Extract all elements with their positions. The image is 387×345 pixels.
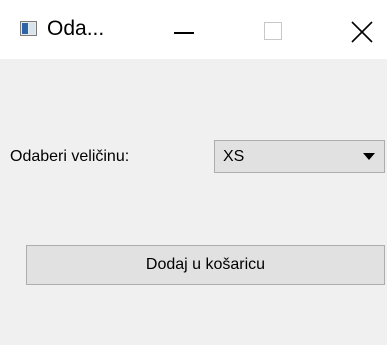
close-button[interactable] [334,0,387,59]
app-icon [20,21,37,36]
window-title: Oda... [47,17,105,40]
size-select[interactable]: XS [214,140,385,173]
app-window: Oda... Odaberi veličinu: XS Dodaj u koša… [0,0,387,345]
title-bar[interactable]: Oda... [0,0,387,59]
maximize-icon [264,22,282,40]
close-icon [351,21,373,43]
add-to-cart-button[interactable]: Dodaj u košaricu [26,245,385,285]
minimize-icon [174,32,194,34]
app-icon-right-pane [29,23,35,34]
minimize-button[interactable] [154,0,210,59]
maximize-button[interactable] [246,0,302,59]
size-label: Odaberi veličinu: [10,148,130,165]
size-select-value: XS [223,148,245,165]
chevron-down-icon [363,153,375,160]
app-icon-left-pane [22,23,28,34]
